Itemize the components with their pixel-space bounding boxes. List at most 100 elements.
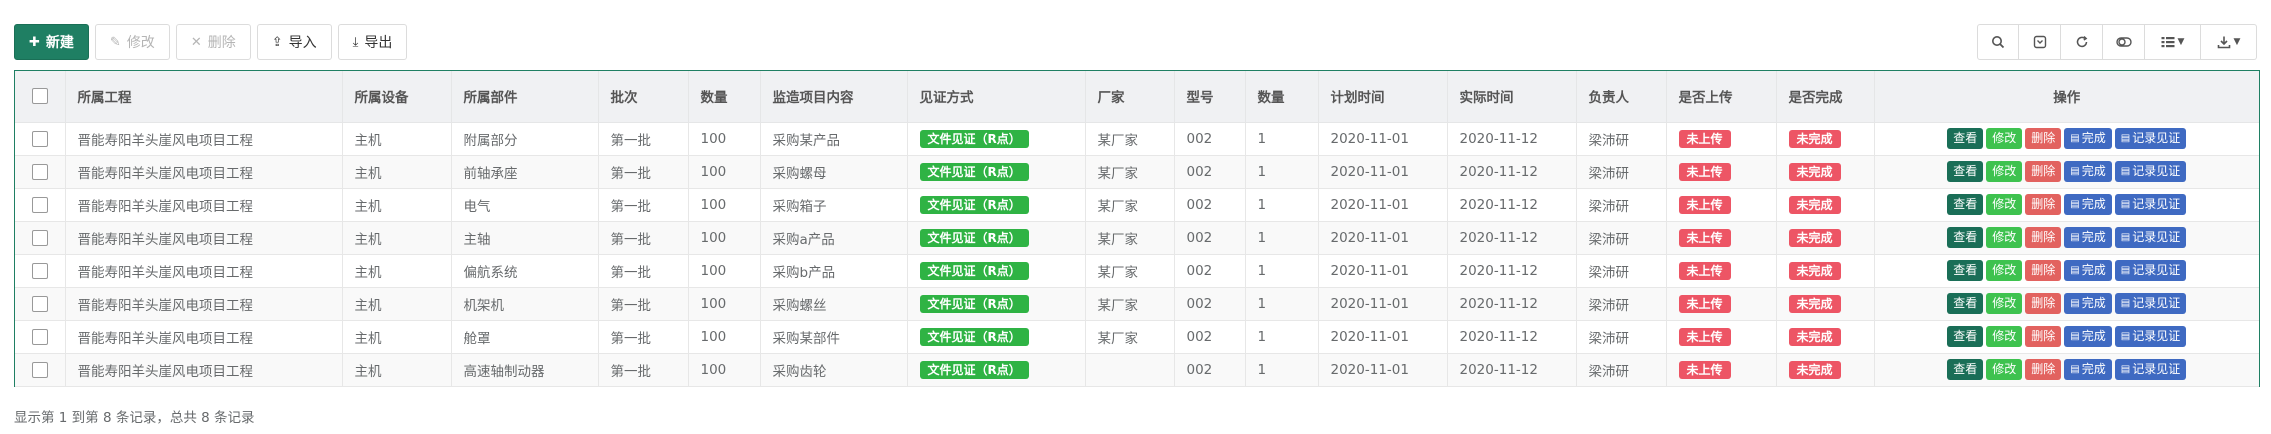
record-witness-button[interactable]: ▤ 记录见证 bbox=[2114, 128, 2187, 149]
columns-button[interactable]: ▼ bbox=[2145, 24, 2201, 60]
row-checkbox[interactable] bbox=[31, 295, 48, 312]
record-witness-button[interactable]: ▤ 记录见证 bbox=[2114, 359, 2187, 380]
select-all-checkbox-cell[interactable] bbox=[15, 71, 66, 123]
table-row[interactable]: 晋能寿阳羊头崖风电项目工程 主机 电气 第一批 100 采购箱子 文件见证（R点） 某厂家 00… bbox=[15, 188, 2259, 222]
delete-button[interactable]: ✕ 删除 bbox=[175, 24, 251, 60]
table-row[interactable]: 晋能寿阳羊头崖风电项目工程 主机 机架机 第一批 100 采购螺丝 文件见证（R点） 某厂家 0… bbox=[15, 287, 2259, 321]
row-checkbox[interactable] bbox=[31, 196, 48, 213]
row-checkbox-cell[interactable] bbox=[15, 254, 66, 288]
col-header-uploaded[interactable]: 是否上传 bbox=[1666, 71, 1777, 123]
record-witness-button[interactable]: ▤ 记录见证 bbox=[2114, 293, 2187, 314]
row-checkbox[interactable] bbox=[31, 262, 48, 279]
col-header-plan-time[interactable]: 计划时间 bbox=[1318, 71, 1448, 123]
row-edit-button[interactable]: 修改 bbox=[1986, 194, 2023, 215]
col-header-equipment[interactable]: 所属设备 bbox=[342, 71, 452, 123]
row-checkbox[interactable] bbox=[31, 163, 48, 180]
col-header-owner[interactable]: 负责人 bbox=[1576, 71, 1667, 123]
cell-completed: 未完成 bbox=[1776, 155, 1875, 189]
export-data-button[interactable]: ▼ bbox=[2201, 24, 2257, 60]
table-row[interactable]: 晋能寿阳羊头崖风电项目工程 主机 高速轴制动器 第一批 100 采购齿轮 文件见证（R点） 0… bbox=[15, 353, 2259, 387]
row-edit-button[interactable]: 修改 bbox=[1986, 326, 2023, 347]
row-checkbox-cell[interactable] bbox=[15, 287, 66, 321]
complete-button[interactable]: ▤ 完成 bbox=[2064, 260, 2112, 281]
col-header-project[interactable]: 所属工程 bbox=[65, 71, 343, 123]
row-delete-button[interactable]: 删除 bbox=[2025, 227, 2062, 248]
col-header-witness[interactable]: 见证方式 bbox=[907, 71, 1086, 123]
row-checkbox-cell[interactable] bbox=[15, 122, 66, 156]
record-witness-button[interactable]: ▤ 记录见证 bbox=[2114, 227, 2187, 248]
edit-button[interactable]: ✎ 修改 bbox=[94, 24, 170, 60]
row-checkbox[interactable] bbox=[31, 328, 48, 345]
col-header-completed[interactable]: 是否完成 bbox=[1776, 71, 1875, 123]
row-delete-button[interactable]: 删除 bbox=[2025, 326, 2062, 347]
col-header-maker[interactable]: 厂家 bbox=[1085, 71, 1175, 123]
row-checkbox-cell[interactable] bbox=[15, 320, 66, 354]
row-edit-button[interactable]: 修改 bbox=[1986, 161, 2023, 182]
record-witness-button[interactable]: ▤ 记录见证 bbox=[2114, 161, 2187, 182]
refresh-button[interactable] bbox=[2061, 24, 2103, 60]
col-header-model[interactable]: 型号 bbox=[1174, 71, 1246, 123]
complete-button[interactable]: ▤ 完成 bbox=[2064, 326, 2112, 347]
complete-button[interactable]: ▤ 完成 bbox=[2064, 128, 2112, 149]
record-witness-button[interactable]: ▤ 记录见证 bbox=[2114, 260, 2187, 281]
toggle-view-button[interactable] bbox=[2103, 24, 2145, 60]
row-delete-button[interactable]: 删除 bbox=[2025, 194, 2062, 215]
row-checkbox-cell[interactable] bbox=[15, 353, 66, 387]
col-header-actual-time[interactable]: 实际时间 bbox=[1447, 71, 1577, 123]
col-header-quantity[interactable]: 数量 bbox=[688, 71, 761, 123]
col-header-content[interactable]: 监造项目内容 bbox=[760, 71, 908, 123]
record-witness-button[interactable]: ▤ 记录见证 bbox=[2114, 194, 2187, 215]
cell-owner: 梁沛研 bbox=[1576, 122, 1667, 156]
complete-button[interactable]: ▤ 完成 bbox=[2064, 161, 2112, 182]
col-header-component[interactable]: 所属部件 bbox=[451, 71, 599, 123]
row-delete-button[interactable]: 删除 bbox=[2025, 161, 2062, 182]
row-edit-button[interactable]: 修改 bbox=[1986, 293, 2023, 314]
row-edit-button[interactable]: 修改 bbox=[1986, 128, 2023, 149]
export-button[interactable]: ⤓ 导出 bbox=[337, 24, 408, 60]
cell-model: 002 bbox=[1174, 122, 1246, 156]
row-checkbox-cell[interactable] bbox=[15, 188, 66, 222]
row-edit-button[interactable]: 修改 bbox=[1986, 227, 2023, 248]
table-row[interactable]: 晋能寿阳羊头崖风电项目工程 主机 偏航系统 第一批 100 采购b产品 文件见证（R点） 某厂… bbox=[15, 254, 2259, 288]
toolbar-left: ✚ 新建 ✎ 修改 ✕ 删除 ⇪ 导入 ⤓ 导出 bbox=[14, 24, 408, 60]
view-button[interactable]: 查看 bbox=[1947, 161, 1984, 182]
complete-button[interactable]: ▤ 完成 bbox=[2064, 194, 2112, 215]
row-checkbox[interactable] bbox=[31, 130, 48, 147]
row-delete-button[interactable]: 删除 bbox=[2025, 260, 2062, 281]
view-button[interactable]: 查看 bbox=[1947, 326, 1984, 347]
table-row[interactable]: 晋能寿阳羊头崖风电项目工程 主机 舱罩 第一批 100 采购某部件 文件见证（R点） 某厂家 0… bbox=[15, 320, 2259, 354]
view-button[interactable]: 查看 bbox=[1947, 227, 1984, 248]
row-checkbox-cell[interactable] bbox=[15, 155, 66, 189]
row-delete-button[interactable]: 删除 bbox=[2025, 359, 2062, 380]
row-edit-button[interactable]: 修改 bbox=[1986, 260, 2023, 281]
row-checkbox-cell[interactable] bbox=[15, 221, 66, 255]
row-checkbox[interactable] bbox=[31, 229, 48, 246]
row-edit-button[interactable]: 修改 bbox=[1986, 359, 2023, 380]
select-all-checkbox[interactable] bbox=[31, 88, 48, 105]
view-button[interactable]: 查看 bbox=[1947, 359, 1984, 380]
table-row[interactable]: 晋能寿阳羊头崖风电项目工程 主机 附属部分 第一批 100 采购某产品 文件见证（R点） 某厂… bbox=[15, 122, 2259, 156]
form-icon: ▤ bbox=[2120, 166, 2131, 177]
new-button[interactable]: ✚ 新建 bbox=[14, 24, 89, 60]
complete-button[interactable]: ▤ 完成 bbox=[2064, 359, 2112, 380]
record-witness-button[interactable]: ▤ 记录见证 bbox=[2114, 326, 2187, 347]
table-row[interactable]: 晋能寿阳羊头崖风电项目工程 主机 前轴承座 第一批 100 采购螺母 文件见证（R点） 某厂家… bbox=[15, 155, 2259, 189]
complete-button[interactable]: ▤ 完成 bbox=[2064, 293, 2112, 314]
row-delete-button[interactable]: 删除 bbox=[2025, 293, 2062, 314]
view-button[interactable]: 查看 bbox=[1947, 260, 1984, 281]
col-header-batch[interactable]: 批次 bbox=[598, 71, 689, 123]
import-button[interactable]: ⇪ 导入 bbox=[256, 24, 332, 60]
row-actions: 查看 修改 删除 ▤ 完成 ▤ 记录见证 bbox=[1887, 194, 2248, 215]
complete-button[interactable]: ▤ 完成 bbox=[2064, 227, 2112, 248]
cell-completed: 未完成 bbox=[1776, 320, 1875, 354]
row-checkbox[interactable] bbox=[31, 361, 48, 378]
table-row[interactable]: 晋能寿阳羊头崖风电项目工程 主机 主轴 第一批 100 采购a产品 文件见证（R点） 某厂家 0… bbox=[15, 221, 2259, 255]
view-button[interactable]: 查看 bbox=[1947, 293, 1984, 314]
collapse-button[interactable] bbox=[2019, 24, 2061, 60]
view-button[interactable]: 查看 bbox=[1947, 128, 1984, 149]
search-toggle-button[interactable] bbox=[1977, 24, 2019, 60]
row-actions: 查看 修改 删除 ▤ 完成 ▤ 记录见证 bbox=[1887, 227, 2248, 248]
row-delete-button[interactable]: 删除 bbox=[2025, 128, 2062, 149]
col-header-count[interactable]: 数量 bbox=[1245, 71, 1319, 123]
view-button[interactable]: 查看 bbox=[1947, 194, 1984, 215]
